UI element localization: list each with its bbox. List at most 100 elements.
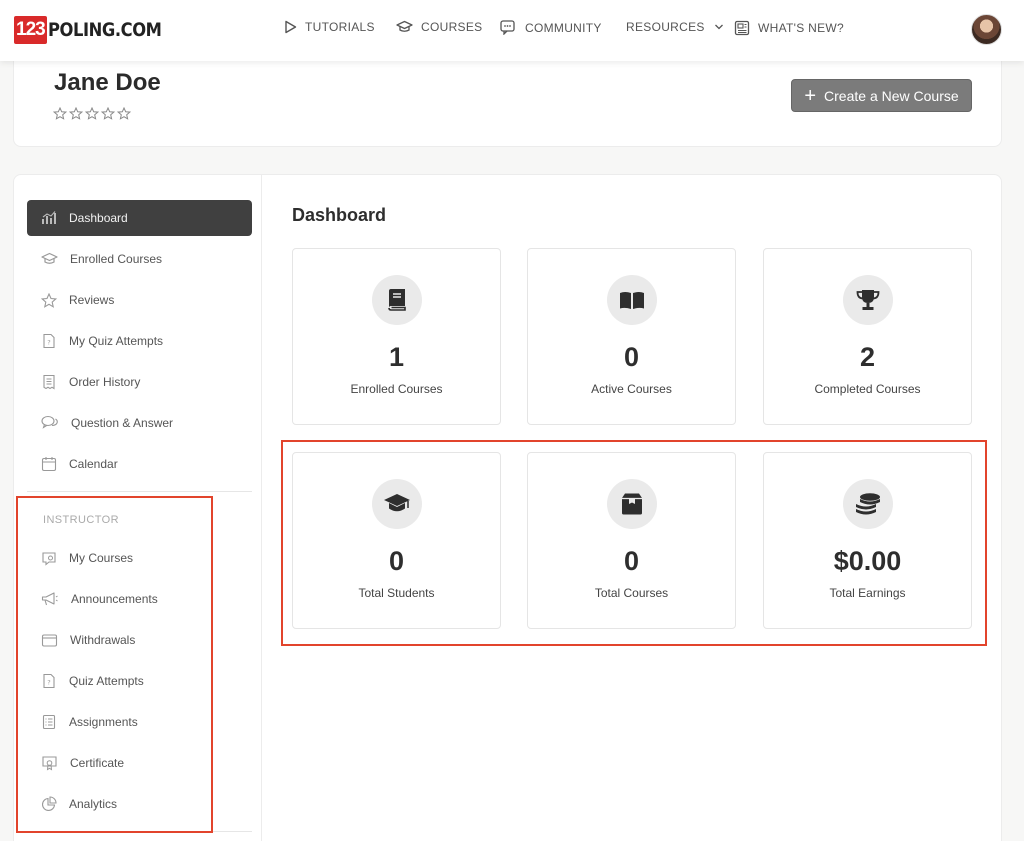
profile-header: Jane Doe + Create a New Course (13, 61, 1002, 147)
graduation-cap-icon (372, 479, 422, 529)
sidebar-item-quiz-attempts[interactable]: ? Quiz Attempts (27, 663, 252, 699)
quiz-icon: ? (43, 333, 55, 349)
stat-value: 2 (859, 342, 876, 372)
nav-whats-new-label: WHAT'S NEW? (758, 21, 845, 35)
stat-card-enrolled-courses: 1 Enrolled Courses (292, 248, 501, 425)
sidebar-item-analytics[interactable]: Analytics (27, 786, 252, 822)
sidebar-item-my-quiz-attempts[interactable]: ? My Quiz Attempts (27, 323, 252, 359)
stat-value: $0.00 (833, 546, 902, 576)
play-icon (285, 20, 297, 34)
sidebar-item-label: Assignments (69, 715, 138, 729)
quiz-icon: ? (43, 673, 55, 689)
star-outline-icon (69, 107, 83, 120)
chat-bubbles-icon (41, 415, 58, 429)
open-book-icon (607, 275, 657, 325)
sidebar-item-reviews[interactable]: Reviews (27, 282, 252, 318)
sidebar-item-label: Announcements (71, 592, 158, 606)
star-icon (41, 292, 57, 308)
box-icon (607, 479, 657, 529)
stat-value: 0 (623, 342, 640, 372)
sidebar-divider (27, 831, 252, 832)
sidebar-item-my-courses[interactable]: My Courses (27, 540, 252, 576)
graduation-cap-icon (396, 20, 413, 32)
stat-label: Total Earnings (829, 586, 906, 600)
coins-icon (843, 479, 893, 529)
sidebar: Dashboard Enrolled Courses Reviews ? My … (14, 175, 262, 841)
rocket-icon (42, 552, 56, 566)
user-avatar[interactable] (971, 14, 1002, 45)
sidebar-item-label: Certificate (70, 756, 125, 770)
dashboard-panel: Dashboard Enrolled Courses Reviews ? My … (13, 174, 1002, 841)
nav-courses[interactable]: COURSES (396, 20, 482, 34)
stat-card-active-courses: 0 Active Courses (527, 248, 736, 425)
stat-value: 0 (623, 546, 640, 576)
chat-icon (500, 20, 515, 35)
stat-label: Total Students (358, 586, 435, 600)
megaphone-icon (41, 592, 58, 606)
sidebar-item-label: Quiz Attempts (69, 674, 144, 688)
svg-text:?: ? (47, 339, 50, 347)
plus-icon: + (804, 84, 817, 107)
star-outline-icon (117, 107, 131, 120)
instructor-heading: INSTRUCTOR (43, 514, 119, 526)
stat-card-completed-courses: 2 Completed Courses (763, 248, 972, 425)
dashboard-icon (42, 211, 56, 224)
page-title: Dashboard (292, 205, 387, 225)
sidebar-item-label: Analytics (69, 797, 118, 811)
sidebar-item-label: My Courses (69, 551, 134, 565)
logo-number: 123 (14, 16, 47, 44)
graduation-cap-icon (41, 252, 58, 264)
nav-resources-label: RESOURCES (626, 20, 705, 34)
receipt-icon (43, 374, 55, 390)
stat-card-total-courses: 0 Total Courses (527, 452, 736, 629)
sidebar-item-calendar[interactable]: Calendar (27, 446, 252, 482)
book-icon (372, 275, 422, 325)
sidebar-item-assignments[interactable]: Assignments (27, 704, 252, 740)
sidebar-item-withdrawals[interactable]: Withdrawals (27, 622, 252, 658)
nav-tutorials-label: TUTORIALS (305, 20, 375, 34)
stat-label: Total Courses (594, 586, 669, 600)
star-outline-icon (53, 107, 67, 120)
sidebar-item-label: Reviews (69, 293, 115, 307)
checklist-icon (42, 714, 56, 730)
sidebar-divider (27, 491, 252, 492)
sidebar-item-order-history[interactable]: Order History (27, 364, 252, 400)
newspaper-icon (734, 20, 750, 36)
sidebar-item-certificate[interactable]: Certificate (27, 745, 252, 781)
stat-value: 0 (388, 546, 405, 576)
sidebar-item-label: Calendar (69, 457, 118, 471)
create-course-button[interactable]: + Create a New Course (791, 79, 972, 112)
chevron-down-icon (714, 24, 723, 30)
sidebar-item-enrolled-courses[interactable]: Enrolled Courses (27, 241, 252, 277)
nav-community-label: COMMUNITY (525, 20, 602, 35)
sidebar-item-question-answer[interactable]: Question & Answer (27, 405, 252, 441)
nav-resources[interactable]: RESOURCES (626, 20, 724, 34)
nav-whats-new[interactable]: WHAT'S NEW? (734, 20, 844, 36)
star-outline-icon (85, 107, 99, 120)
logo-text: POLING.COM (47, 19, 162, 41)
sidebar-item-label: Order History (69, 375, 141, 389)
wallet-icon (41, 633, 58, 647)
stat-label: Active Courses (591, 382, 672, 396)
nav-courses-label: COURSES (421, 20, 483, 34)
trophy-icon (843, 275, 893, 325)
sidebar-item-label: Withdrawals (70, 633, 136, 647)
top-navbar: 123 POLING.COM TUTORIALS COURSES COMMUNI… (0, 0, 1024, 61)
nav-community[interactable]: COMMUNITY (500, 20, 602, 35)
certificate-icon (42, 756, 57, 771)
sidebar-item-dashboard[interactable]: Dashboard (27, 200, 252, 236)
site-logo[interactable]: 123 POLING.COM (14, 16, 180, 44)
sidebar-item-label: Enrolled Courses (70, 252, 163, 266)
sidebar-item-label: Dashboard (69, 211, 128, 225)
star-outline-icon (101, 107, 115, 120)
rating-stars (53, 107, 131, 120)
calendar-icon (41, 457, 57, 472)
sidebar-item-announcements[interactable]: Announcements (27, 581, 252, 617)
nav-tutorials[interactable]: TUTORIALS (284, 20, 375, 34)
svg-text:?: ? (47, 679, 50, 687)
sidebar-item-label: Question & Answer (71, 416, 174, 430)
profile-name: Jane Doe (54, 69, 161, 96)
stat-label: Completed Courses (814, 382, 921, 396)
sidebar-item-label: My Quiz Attempts (69, 334, 164, 348)
stat-card-total-students: 0 Total Students (292, 452, 501, 629)
